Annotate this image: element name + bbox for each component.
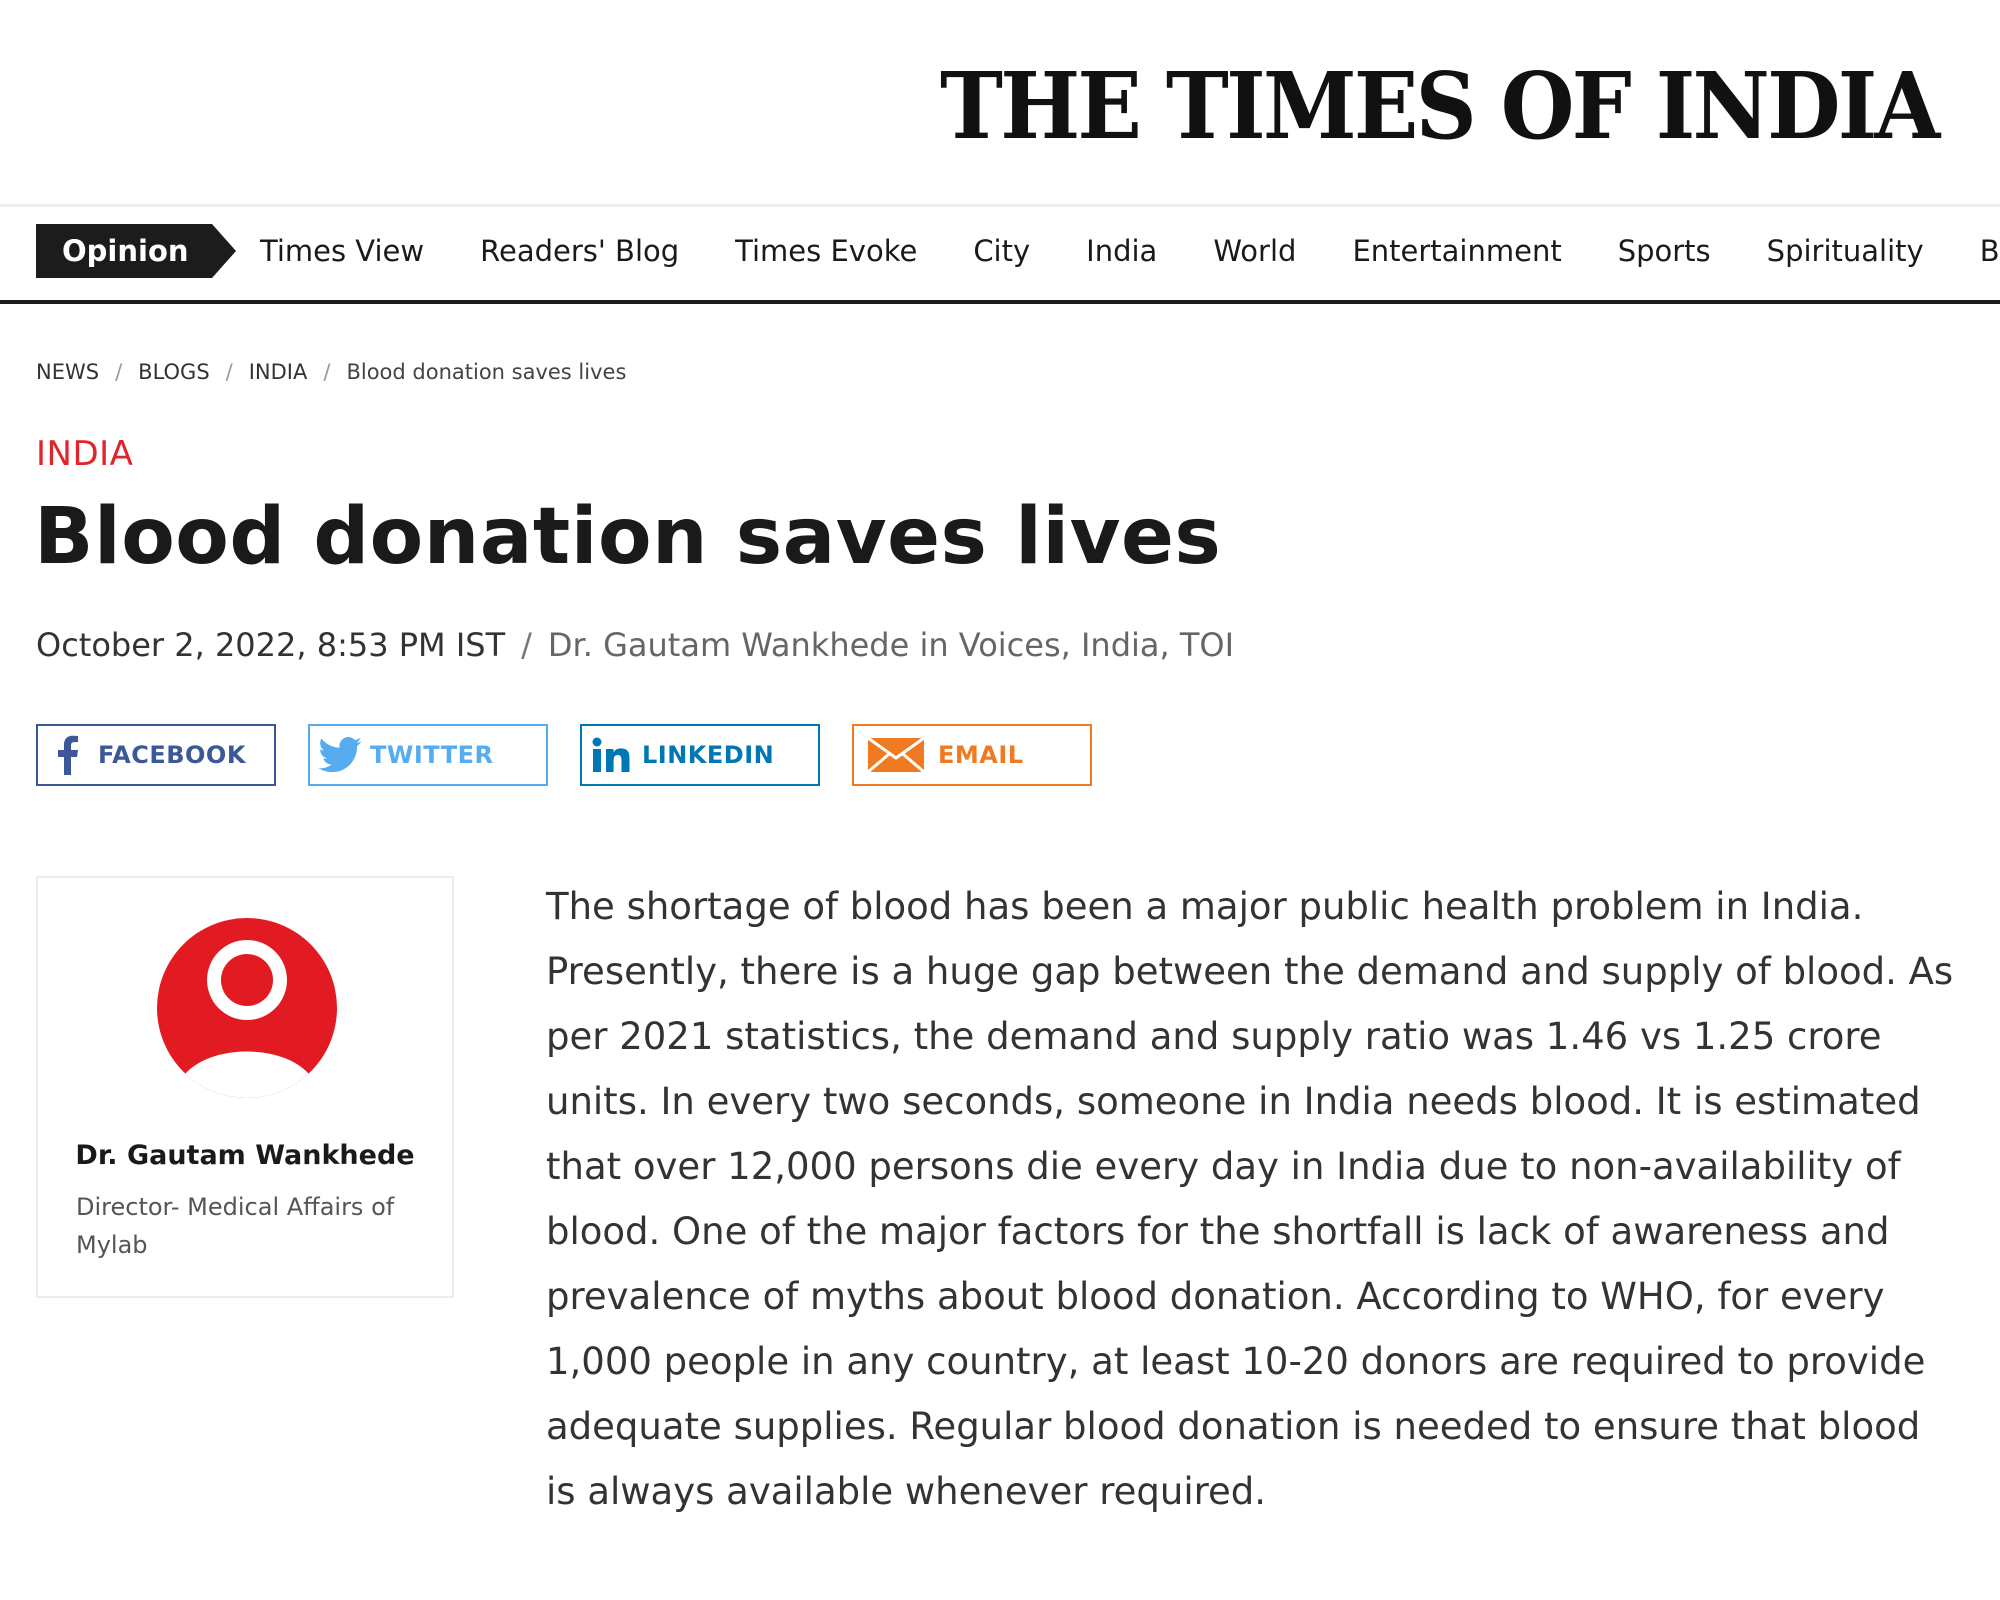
author-card: Dr. Gautam Wankhede Director- Medical Af… — [36, 876, 454, 1298]
breadcrumb-separator: / — [115, 360, 123, 384]
author-role: Director- Medical Affairs of Mylab — [76, 1193, 395, 1259]
share-email-label: EMAIL — [938, 741, 1024, 769]
nav-item-world[interactable]: World — [1213, 224, 1296, 278]
nav-item-sports[interactable]: Sports — [1618, 224, 1711, 278]
nav-item-india[interactable]: India — [1086, 224, 1157, 278]
article-category[interactable]: INDIA — [36, 434, 133, 474]
nav-item-business[interactable]: Busin — [1980, 224, 2000, 278]
share-linkedin-label: LINKEDIN — [642, 741, 775, 769]
breadcrumb-current: Blood donation saves lives — [346, 360, 627, 384]
nav-item-readers-blog[interactable]: Readers' Blog — [480, 224, 679, 278]
breadcrumb-separator: / — [225, 360, 233, 384]
nav-item-opinion[interactable]: Opinion — [36, 224, 236, 278]
author-name[interactable]: Dr. Gautam Wankhede — [38, 1140, 452, 1171]
nav-item-city[interactable]: City — [973, 224, 1030, 278]
section-nav: Opinion Times View Readers' Blog Times E… — [0, 204, 2000, 304]
nav-item-spirituality[interactable]: Spirituality — [1767, 224, 1924, 278]
nav-item-entertainment[interactable]: Entertainment — [1352, 224, 1561, 278]
article-meta: October 2, 2022, 8:53 PM IST / Dr. Gauta… — [36, 626, 1234, 664]
breadcrumb: NEWS / BLOGS / INDIA / Blood donation sa… — [36, 360, 626, 384]
share-linkedin-button[interactable]: LINKEDIN — [580, 724, 820, 786]
nav-item-times-view[interactable]: Times View — [260, 224, 424, 278]
share-twitter-button[interactable]: TWITTER — [308, 724, 548, 786]
twitter-icon — [310, 726, 370, 784]
article-body: The shortage of blood has been a major p… — [546, 885, 1954, 1513]
facebook-icon — [38, 726, 98, 784]
email-icon — [854, 726, 938, 784]
masthead: THE TIMES OF INDIA — [0, 0, 2000, 207]
article-date: October 2, 2022, 8:53 PM IST — [36, 626, 506, 664]
article-byline[interactable]: Dr. Gautam Wankhede in Voices, India, TO… — [548, 626, 1234, 664]
breadcrumb-india[interactable]: INDIA — [249, 360, 308, 384]
share-facebook-label: FACEBOOK — [98, 741, 246, 769]
nav-items: Times View Readers' Blog Times Evoke Cit… — [260, 224, 2000, 278]
breadcrumb-news[interactable]: NEWS — [36, 360, 99, 384]
linkedin-icon — [582, 726, 642, 784]
share-facebook-button[interactable]: FACEBOOK — [36, 724, 276, 786]
nav-item-times-evoke[interactable]: Times Evoke — [735, 224, 917, 278]
article-title: Blood donation saves lives — [34, 492, 1222, 582]
user-avatar-icon[interactable] — [157, 918, 337, 1098]
share-twitter-label: TWITTER — [370, 741, 494, 769]
breadcrumb-blogs[interactable]: BLOGS — [138, 360, 210, 384]
share-email-button[interactable]: EMAIL — [852, 724, 1092, 786]
meta-separator: / — [521, 626, 532, 664]
breadcrumb-separator: / — [323, 360, 331, 384]
site-logo[interactable]: THE TIMES OF INDIA — [940, 52, 1940, 160]
